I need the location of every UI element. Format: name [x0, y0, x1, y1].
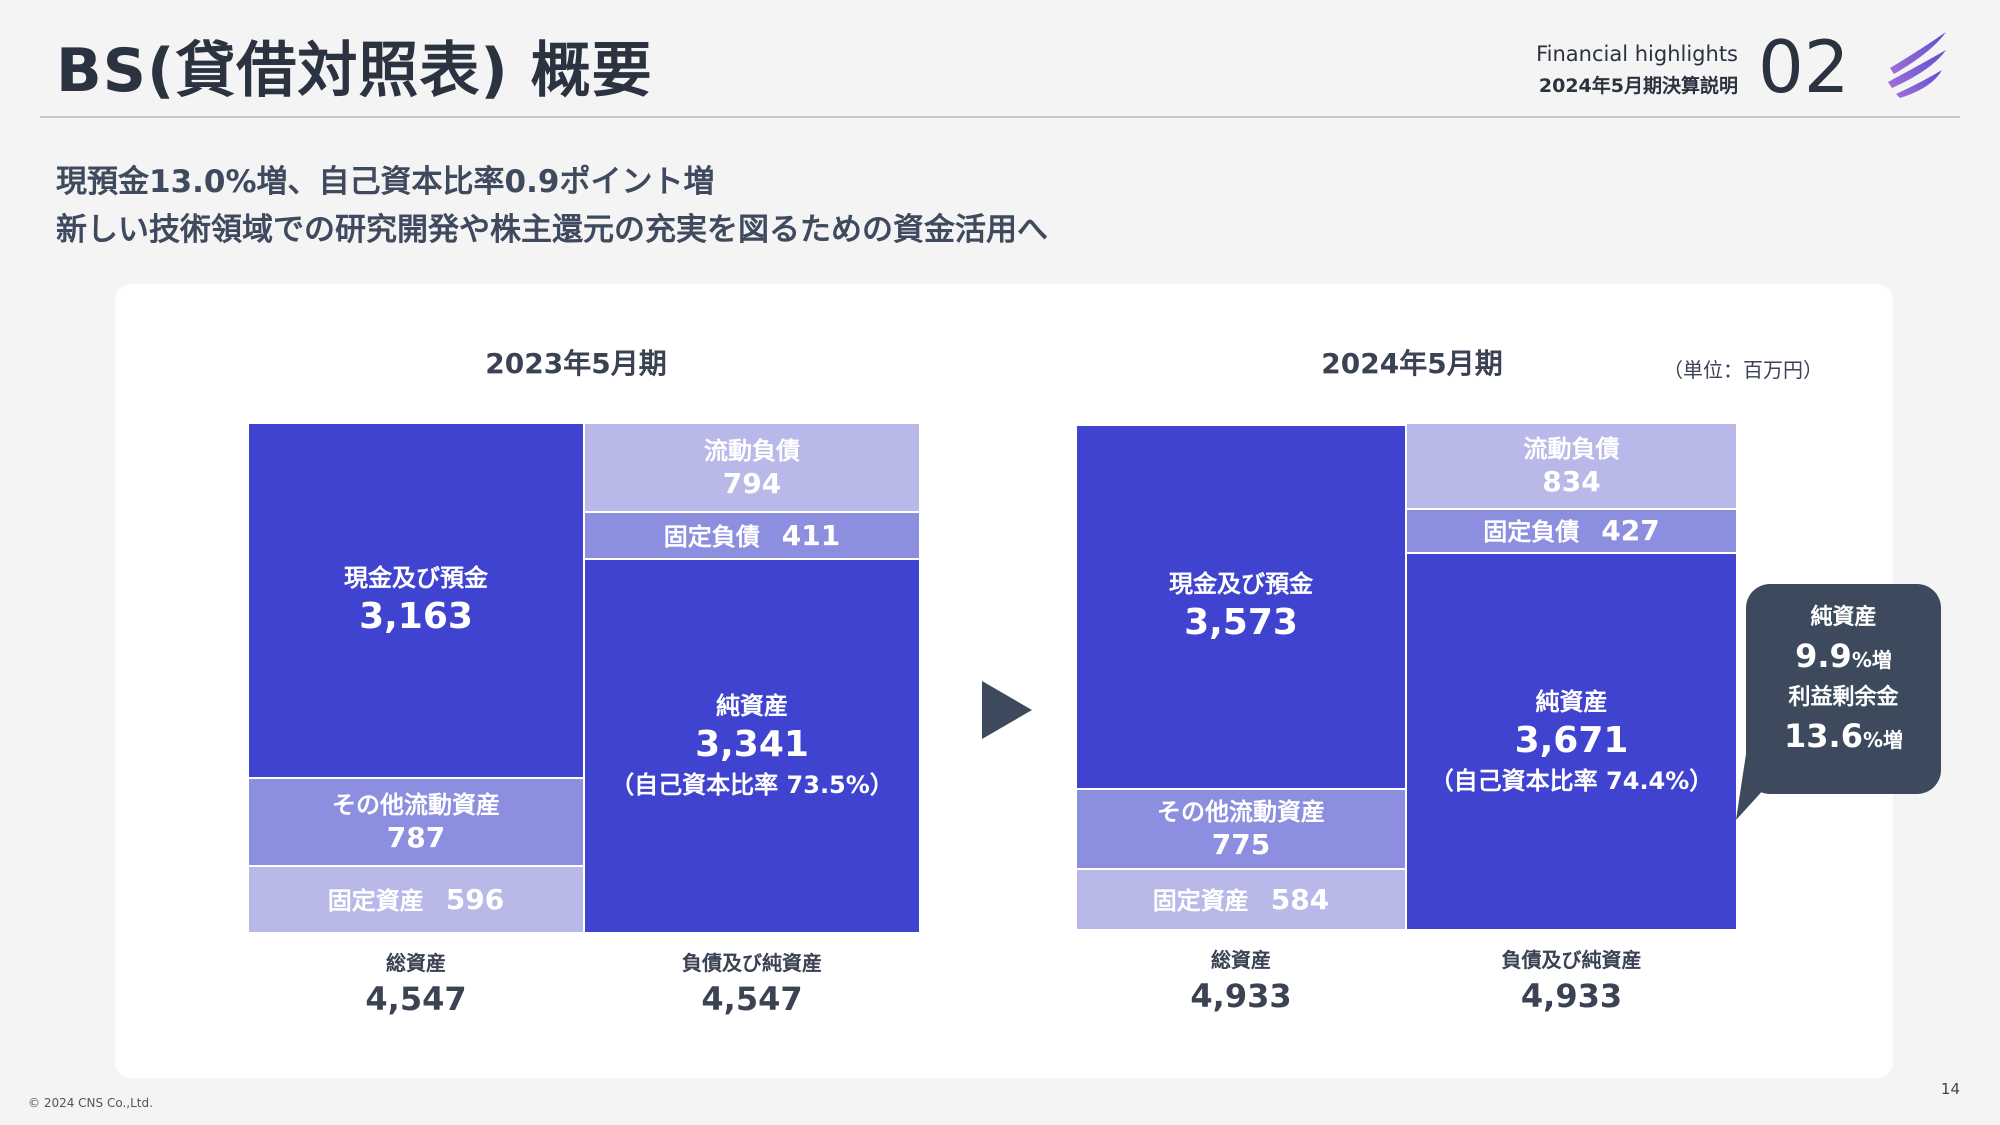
section-label-en: Financial highlights	[1536, 42, 1738, 66]
total-label: 負債及び純資産	[682, 951, 822, 975]
bar-2024-current-liab: 流動負債 834	[1407, 424, 1736, 510]
bar-value: 787	[386, 821, 446, 854]
unit-label: （単位：百万円）	[1663, 358, 1823, 382]
bar-value: 411	[781, 518, 841, 552]
bar-value: 3,341	[695, 724, 809, 765]
total-value: 4,547	[365, 980, 467, 1018]
bar-2024-fixed-assets: 固定資産 584	[1077, 870, 1405, 931]
total-liab-equity-2024: 負債及び純資産 4,933	[1407, 945, 1736, 1017]
bar-value: 775	[1211, 828, 1271, 861]
bar-2023-net-assets: 純資産 3,341 （自己資本比率 73.5%）	[585, 560, 919, 934]
bar-label: 現金及び預金	[344, 563, 488, 592]
bar-label: 純資産	[716, 692, 788, 720]
equity-ratio: （自己資本比率 74.4%）	[1429, 766, 1714, 795]
section-label-jp: 2024年5月期決算説明	[1538, 75, 1738, 97]
total-label: 負債及び純資産	[1501, 948, 1642, 972]
period-title-2023: 2023年5月期	[485, 347, 667, 380]
total-value: 4,933	[1520, 977, 1623, 1015]
section-number: 02	[1758, 25, 1850, 109]
bar-label: 流動負債	[1523, 435, 1620, 463]
period-title-2024: 2024年5月期	[1321, 347, 1503, 380]
total-label: 総資産	[386, 951, 446, 975]
bar-2024-cash: 現金及び預金 3,573	[1077, 426, 1405, 790]
bar-2023-current-liab: 流動負債 794	[585, 424, 919, 513]
total-liab-equity-2023: 負債及び純資産 4,547	[585, 948, 919, 1020]
page-number: 14	[1940, 1080, 1960, 1098]
bar-2024-net-assets: 純資産 3,671 （自己資本比率 74.4%）	[1407, 554, 1736, 931]
bar-label: その他流動資産	[332, 791, 500, 819]
bar-2024-fixed-liab: 固定負債 427	[1407, 510, 1736, 554]
section-label: Financial highlights 2024年5月期決算説明	[1536, 38, 1738, 102]
bar-label: 現金及び預金	[1169, 570, 1313, 598]
callout-value: 9.9%増	[1795, 637, 1892, 675]
bar-value: 427	[1601, 514, 1660, 547]
lead-line-2: 新しい技術領域での研究開発や株主還元の充実を図るための資金活用へ	[56, 212, 1048, 248]
bar-label: 固定資産	[327, 886, 424, 915]
header-divider	[40, 116, 1960, 118]
lead-text: 現預金13.0%増、自己資本比率0.9ポイント増 新しい技術領域での研究開発や株…	[56, 158, 1048, 254]
total-value: 4,933	[1190, 977, 1292, 1015]
copyright: © 2024 CNS Co.,Ltd.	[28, 1096, 153, 1110]
bar-value: 584	[1270, 882, 1330, 916]
bar-2023-cash: 現金及び預金 3,163	[249, 424, 583, 779]
bar-value: 834	[1542, 465, 1601, 498]
equity-ratio: （自己資本比率 73.5%）	[610, 771, 894, 799]
callout-label: 利益剰余金	[1788, 685, 1899, 710]
bar-2023-fixed-assets: 固定資産 596	[249, 867, 583, 934]
bar-label: 純資産	[1535, 687, 1608, 716]
bar-label: 固定負債	[1483, 518, 1580, 546]
bar-value: 3,163	[359, 595, 473, 637]
total-label: 総資産	[1211, 948, 1271, 972]
play-arrow-icon	[982, 681, 1032, 739]
bar-label: 流動負債	[704, 436, 800, 465]
bar-label: その他流動資産	[1157, 798, 1325, 826]
growth-callout: 純資産 9.9%増 利益剰余金 13.6%増	[1746, 584, 1941, 794]
bar-label: 固定負債	[663, 522, 760, 551]
total-assets-2024: 総資産 4,933	[1077, 945, 1405, 1017]
bar-value: 794	[722, 466, 782, 500]
page-title: BS(貸借対照表) 概要	[56, 36, 653, 106]
total-value: 4,547	[701, 980, 803, 1018]
total-assets-2023: 総資産 4,547	[249, 948, 583, 1020]
callout-label: 純資産	[1810, 605, 1877, 630]
bar-value: 3,573	[1184, 602, 1298, 643]
bar-2024-other-current: その他流動資産 775	[1077, 790, 1405, 870]
company-logo-icon	[1888, 32, 1946, 98]
bar-2023-fixed-liab: 固定負債 411	[585, 513, 919, 560]
bar-value: 596	[445, 882, 505, 916]
bar-2023-other-current: その他流動資産 787	[249, 779, 583, 867]
callout-value: 13.6%増	[1784, 717, 1903, 755]
bar-value: 3,671	[1514, 719, 1629, 761]
bar-label: 固定資産	[1152, 886, 1249, 915]
lead-line-1: 現預金13.0%増、自己資本比率0.9ポイント増	[56, 164, 715, 200]
